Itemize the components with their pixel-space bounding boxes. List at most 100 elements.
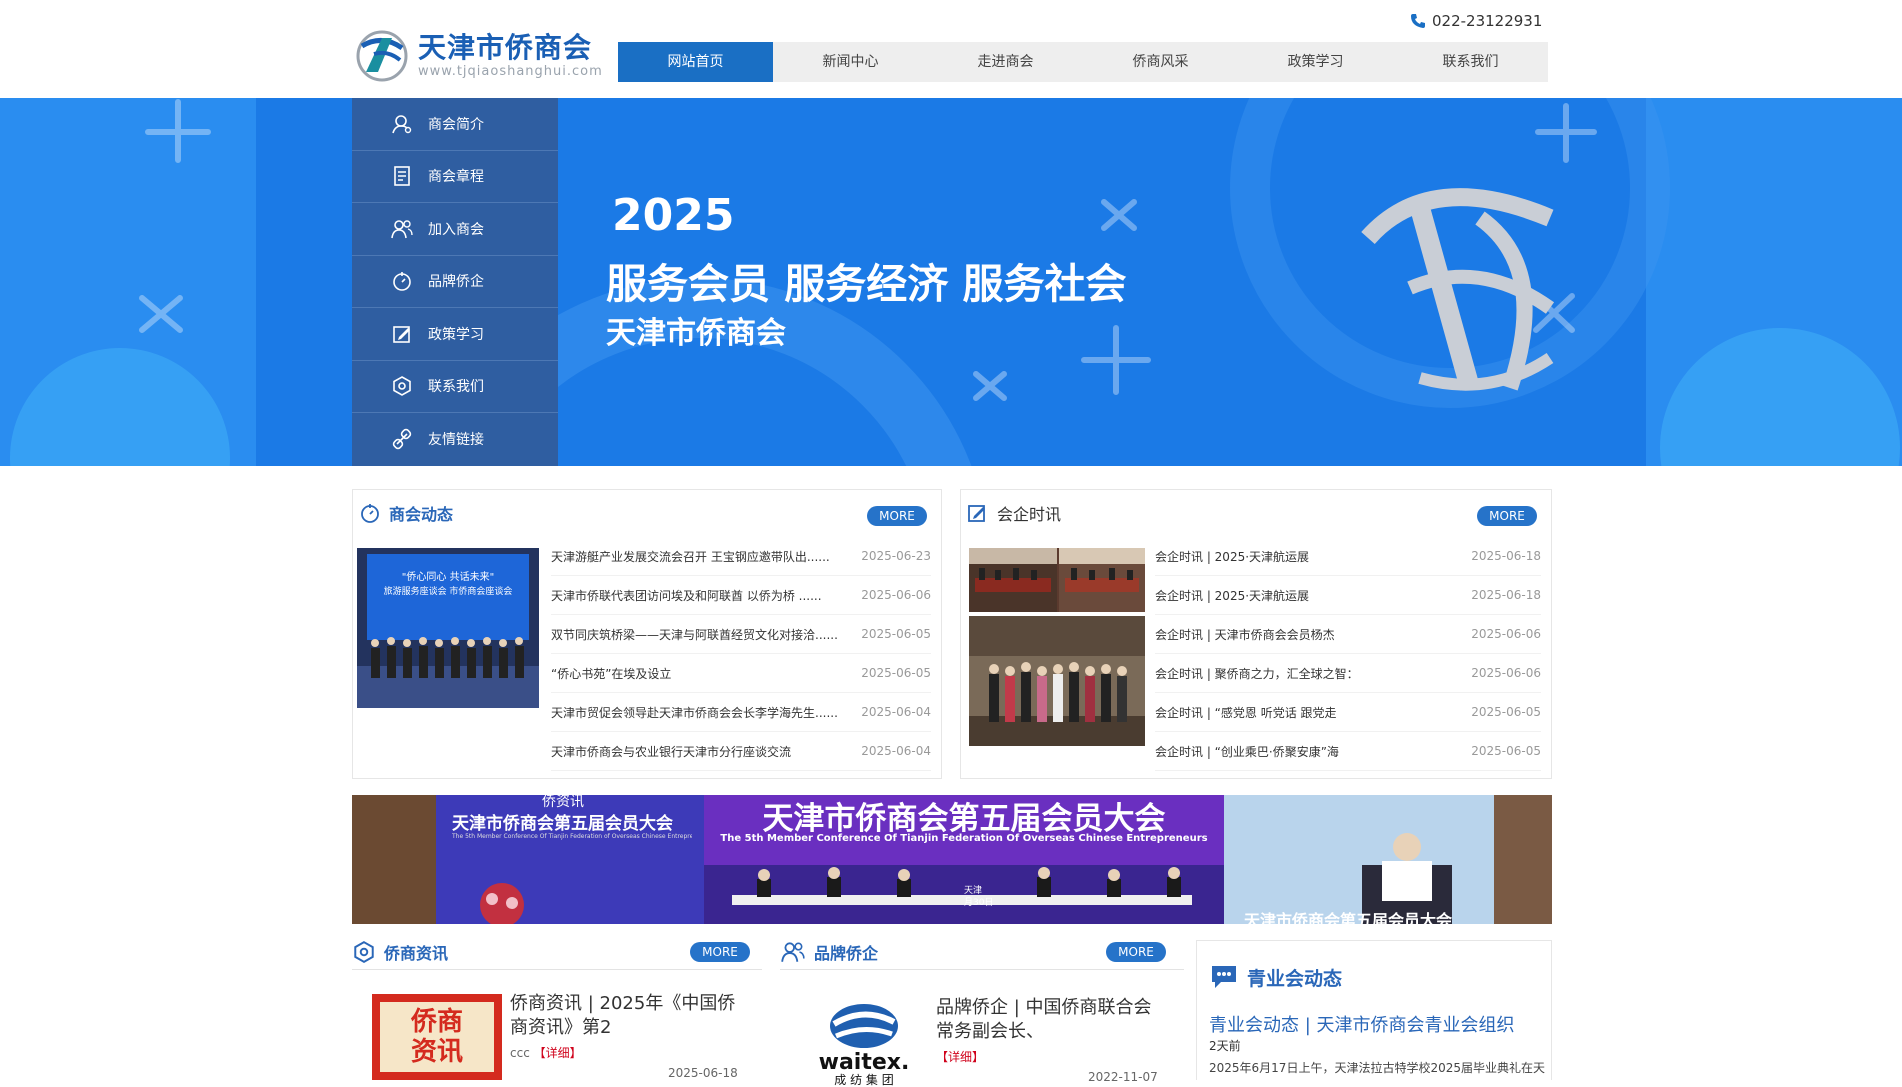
side-item-label: 商会章程 [428, 169, 484, 186]
nav-about[interactable]: 走进商会 [928, 42, 1083, 82]
panel-title: 商会动态 [389, 505, 454, 524]
news-title: 天津市侨联代表团访问埃及和阿联酋 以侨为桥 ...... [551, 588, 822, 603]
logo-globe-icon [356, 30, 408, 82]
users-icon [390, 217, 414, 241]
more-button[interactable]: MORE [1477, 506, 1537, 526]
side-item-brand[interactable]: 品牌侨企 [352, 256, 558, 308]
document-icon [390, 164, 414, 188]
brand-card-title[interactable]: 品牌侨企 | 中国侨商联合会常务副会长、 [936, 996, 1164, 1044]
hero-banner[interactable]: 商会简介 商会章程 加入商会 品牌侨企 政策学习 联系我们 友情链接 2025 … [0, 98, 1902, 466]
photo-caption: "侨心同心 共话未来" [401, 572, 495, 583]
group-photo-image [969, 616, 1145, 746]
more-button[interactable]: MORE [867, 506, 927, 526]
news-date: 2025-06-06 [1471, 666, 1541, 680]
side-item-policy[interactable]: 政策学习 [352, 308, 558, 361]
banner-year: 2025 [612, 190, 735, 241]
user-search-icon [390, 112, 414, 136]
news-row[interactable]: 天津市侨商会与农业银行天津市分行座谈交流 2025-06-04 [551, 732, 931, 771]
edit-icon [968, 505, 985, 522]
member-photo-top[interactable] [969, 548, 1145, 612]
news-row[interactable]: 天津市侨联代表团访问埃及和阿联酋 以侨为桥 ...... 2025-06-06 [551, 576, 931, 615]
site-logo[interactable]: 天津市侨商会 www.tjqiaoshanghui.com [352, 22, 602, 86]
side-item-links[interactable]: 友情链接 [352, 413, 558, 466]
youth-title: 青业会动态 [1247, 967, 1343, 990]
youth-headline[interactable]: 青业会动态 | 天津市侨商会青业会组织 [1209, 1011, 1515, 1037]
news-row[interactable]: 天津游艇产业发展交流会召开 王宝钢应邀带队出...... 2025-06-23 [551, 537, 931, 576]
news-row[interactable]: 双节同庆筑桥梁——天津与阿联酋经贸文化对接洽...... 2025-06-05 [551, 615, 931, 654]
news-row[interactable]: 会企时讯 | “感党恩 听党话 跟党走 2025-06-05 [1155, 693, 1541, 732]
news-row[interactable]: 会企时讯 | 2025·天津航运展 2025-06-18 [1155, 537, 1541, 576]
thumb-text-1: 侨商 [410, 1007, 463, 1037]
side-item-label: 加入商会 [428, 221, 484, 238]
contact-phone: 022-23122931 [1410, 10, 1542, 32]
news-photo[interactable]: "侨心同心 共话未来" 旅游服务座谈会 市侨商会座谈会 [357, 548, 539, 708]
detail-link[interactable]: 【详细】 [936, 1048, 984, 1065]
side-item-contact[interactable]: 联系我们 [352, 361, 558, 413]
youth-ago: 2天前 [1209, 1039, 1241, 1053]
brand-logo[interactable]: waitex. 成 纺 集 团 [808, 998, 920, 1086]
info-card-title[interactable]: 侨商资讯 | 2025年《中国侨商资讯》第2 [510, 992, 738, 1040]
phone-icon [1411, 14, 1425, 28]
chamber-news-list: 天津游艇产业发展交流会召开 王宝钢应邀带队出...... 2025-06-23 天… [551, 537, 931, 771]
news-date: 2025-06-18 [1471, 588, 1541, 602]
news-title: 会企时讯 | “创业乘巴·侨聚安康”海 [1155, 744, 1339, 759]
side-item-join[interactable]: 加入商会 [352, 203, 558, 256]
news-row[interactable]: 会企时讯 | 天津市侨商会会员杨杰 2025-06-06 [1155, 615, 1541, 654]
chat-bubble-icon [1212, 966, 1236, 988]
nav-contact[interactable]: 联系我们 [1393, 42, 1548, 82]
info-card-date: 2025-06-18 [668, 1066, 738, 1080]
edit-icon [390, 322, 414, 346]
nav-policy[interactable]: 政策学习 [1238, 42, 1393, 82]
link-icon [390, 427, 414, 451]
more-button[interactable]: MORE [1106, 942, 1166, 962]
member-photo-bottom[interactable] [969, 616, 1145, 746]
strip-subtitle: The 5th Member Conference Of Tianjin Fed… [720, 833, 1208, 844]
side-item-charter[interactable]: 商会章程 [352, 151, 558, 203]
detail-link[interactable]: 【详细】 [534, 1046, 582, 1060]
waitex-logo-icon [830, 1004, 898, 1048]
nav-showcase[interactable]: 侨商风采 [1083, 42, 1238, 82]
news-row[interactable]: 会企时讯 | 聚侨商之力，汇全球之智： 2025-06-06 [1155, 654, 1541, 693]
news-date: 2025-06-04 [861, 705, 931, 719]
news-date: 2025-06-06 [1471, 627, 1541, 641]
info-thumbnail[interactable]: 侨商 资讯 [372, 994, 502, 1080]
section-header: 侨商资讯 MORE [352, 934, 762, 970]
site-header: 天津市侨商会 www.tjqiaoshanghui.com 022-231229… [0, 0, 1902, 98]
nav-news[interactable]: 新闻中心 [773, 42, 928, 82]
side-item-label: 友情链接 [428, 432, 484, 449]
photo-caption-2: 旅游服务座谈会 市侨商会座谈会 [383, 587, 513, 597]
phone-number: 022-23122931 [1432, 12, 1543, 30]
globe-logo-icon [1361, 188, 1555, 391]
nav-home[interactable]: 网站首页 [618, 42, 773, 82]
banner-slogan: 服务会员 服务经济 服务社会 [606, 260, 1127, 308]
youth-header: 青业会动态 [1209, 963, 1342, 991]
news-date: 2025-06-05 [1471, 744, 1541, 758]
section-title: 品牌侨企 [814, 943, 879, 963]
side-item-label: 政策学习 [428, 326, 484, 343]
banner-org: 天津市侨商会 [606, 316, 786, 351]
news-row[interactable]: 天津市贸促会领导赴天津市侨商会会长李学海先生...... 2025-06-04 [551, 693, 931, 732]
hexagon-icon [390, 374, 414, 398]
news-title: 会企时讯 | “感党恩 听党话 跟党走 [1155, 705, 1337, 720]
brand-enterprise-section: 品牌侨企 MORE waitex. 成 纺 集 团 品牌侨企 | 中国侨商联合会… [780, 934, 1184, 1086]
news-title: 天津游艇产业发展交流会召开 王宝钢应邀带队出...... [551, 549, 830, 564]
logo-url: www.tjqiaoshanghui.com [418, 64, 603, 79]
strip-stage-date: 月30日 [964, 898, 994, 908]
more-button[interactable]: MORE [690, 942, 750, 962]
section-header: 品牌侨企 MORE [780, 934, 1184, 970]
news-date: 2025-06-06 [861, 588, 931, 602]
conference-strip-banner[interactable]: 侨资讯 天津市侨商会第五届会员大会 The 5th Member Confere… [352, 795, 1552, 924]
thumbnail-inner: 侨商 资讯 [380, 1002, 494, 1072]
hexagon-icon [354, 940, 374, 963]
news-row[interactable]: 会企时讯 | 2025·天津航运展 2025-06-18 [1155, 576, 1541, 615]
news-row[interactable]: “侨心书苑”在埃及设立 2025-06-05 [551, 654, 931, 693]
strip-right-caption: 天津市侨商会第五届会员大会 [1244, 911, 1453, 924]
news-title: 天津市贸促会领导赴天津市侨商会会长李学海先生...... [551, 705, 838, 720]
youth-excerpt: 2025年6月17日上午，天津法拉古特学校2025届毕业典礼在天 [1209, 1061, 1545, 1075]
news-row[interactable]: 会企时讯 | “创业乘巴·侨聚安康”海 2025-06-05 [1155, 732, 1541, 771]
side-item-intro[interactable]: 商会简介 [352, 98, 558, 151]
thumb-text-2: 资讯 [410, 1037, 463, 1067]
panel-header: 商会动态 MORE [359, 496, 931, 530]
section-title: 侨商资讯 [384, 943, 449, 963]
news-title: 会企时讯 | 天津市侨商会会员杨杰 [1155, 627, 1335, 642]
